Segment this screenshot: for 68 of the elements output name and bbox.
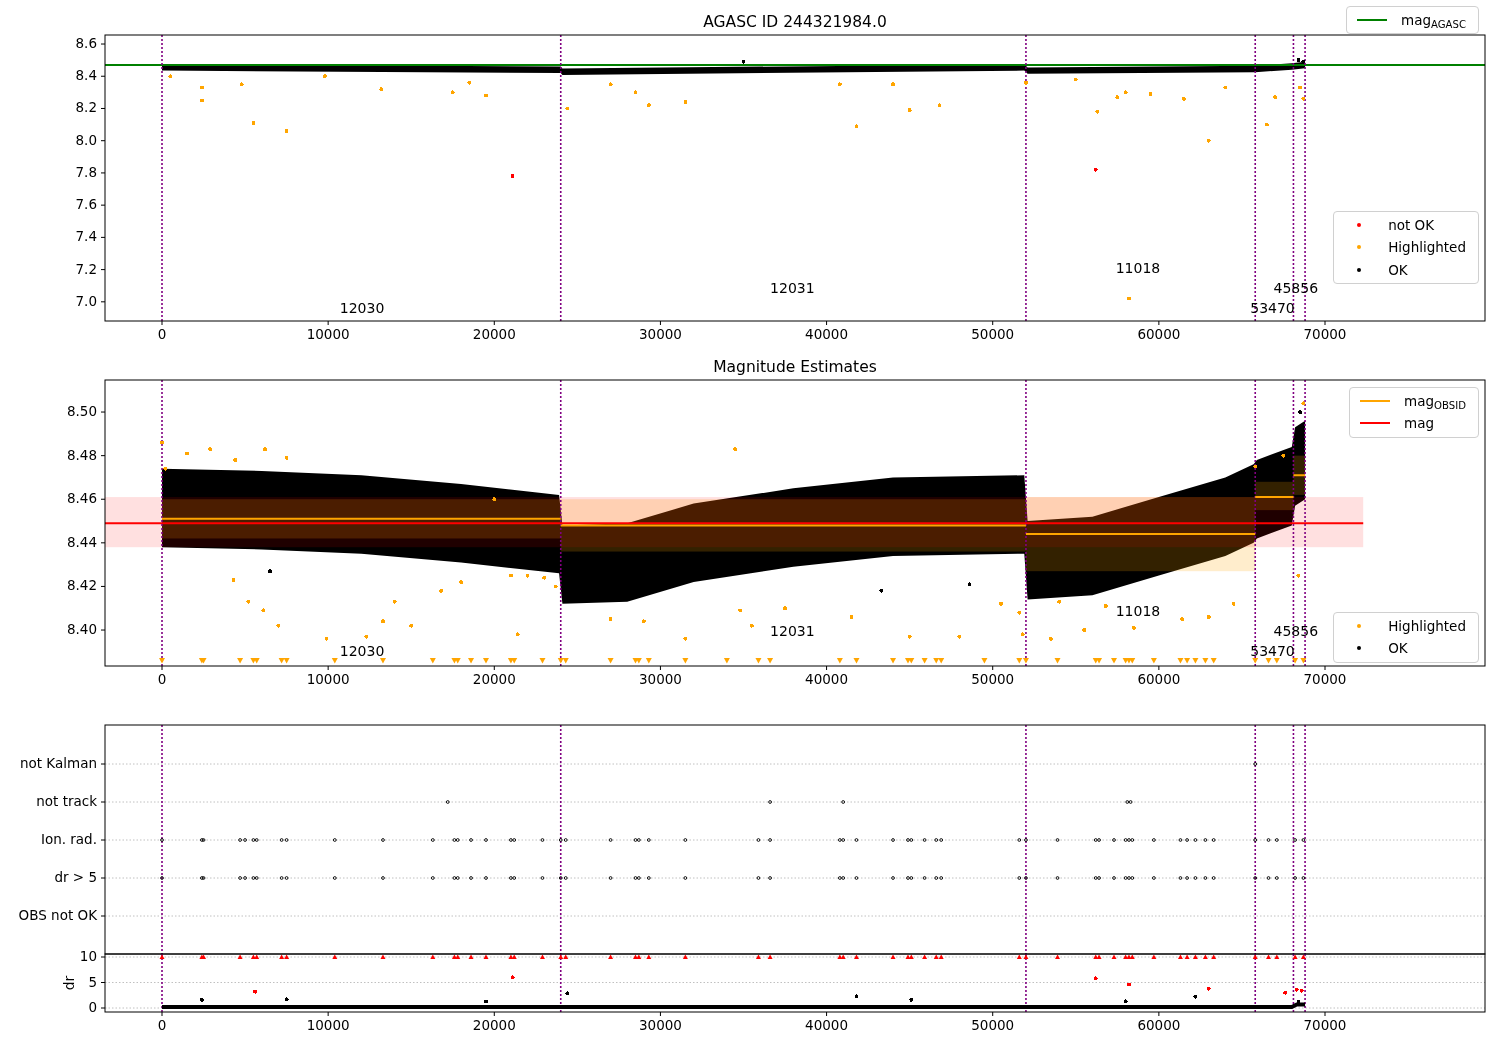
tick-label: 8.48 bbox=[66, 446, 97, 463]
obsid-label: 12030 bbox=[339, 642, 385, 659]
legend-label: OK bbox=[1388, 260, 1409, 280]
obsid-label: 53470 bbox=[1250, 642, 1295, 659]
tick-label: 7.2 bbox=[75, 260, 97, 277]
tick-label: 0 bbox=[157, 326, 167, 342]
tick-label: 8.4 bbox=[75, 67, 97, 84]
tick-label: 40000 bbox=[805, 1017, 849, 1033]
tick-label: 7.4 bbox=[75, 228, 97, 245]
row-label: not track bbox=[36, 793, 97, 809]
tick-label: 30000 bbox=[638, 326, 682, 342]
obsid-label: 11018 bbox=[1115, 259, 1161, 276]
legend-label: mag$_{AGASC}$ bbox=[1401, 11, 1467, 31]
chart-title: AGASC ID 244321984.0 bbox=[703, 12, 887, 33]
chart-title: Magnitude Estimates bbox=[713, 357, 877, 378]
row-label: OBS not OK bbox=[18, 907, 97, 923]
tick-label: 10000 bbox=[306, 1017, 350, 1033]
tick-label: 8.42 bbox=[66, 577, 97, 594]
tick-label: 50000 bbox=[971, 326, 1015, 342]
tick-label: 7.6 bbox=[75, 196, 97, 213]
tick-label: 0 bbox=[157, 1017, 167, 1033]
tick-label: 8.44 bbox=[66, 533, 97, 550]
tick-label: 10000 bbox=[306, 671, 350, 687]
tick-label: 8.6 bbox=[75, 35, 97, 51]
tick-label: 8.0 bbox=[75, 131, 97, 148]
tick-label: 5 bbox=[88, 973, 97, 990]
row-label: not Kalman bbox=[19, 755, 97, 771]
tick-label: 30000 bbox=[638, 1017, 682, 1033]
obsid-label: 12031 bbox=[770, 279, 815, 296]
tick-label: 20000 bbox=[472, 671, 516, 687]
tick-label: 10 bbox=[79, 948, 97, 964]
tick-label: 30000 bbox=[638, 671, 682, 687]
tick-label: 8.50 bbox=[66, 403, 97, 420]
legend-label: not OK bbox=[1388, 216, 1436, 235]
legend-label: Highlighted bbox=[1388, 238, 1467, 258]
tick-label: 70000 bbox=[1303, 326, 1347, 342]
tick-label: 8.40 bbox=[66, 621, 97, 638]
row-label: Ion. rad. bbox=[40, 831, 97, 847]
tick-label: 0 bbox=[88, 999, 97, 1015]
obsid-label: 45856 bbox=[1273, 279, 1319, 296]
tick-label: 20000 bbox=[472, 1017, 516, 1033]
tick-label: 70000 bbox=[1303, 1017, 1347, 1033]
tick-label: 40000 bbox=[805, 671, 849, 687]
obsid-label: 11018 bbox=[1115, 602, 1161, 619]
obsid-label: 12030 bbox=[339, 299, 385, 316]
tick-label: 60000 bbox=[1137, 326, 1181, 342]
legend-label: OK bbox=[1388, 639, 1409, 659]
axis-label: dr bbox=[61, 975, 77, 991]
tick-label: 60000 bbox=[1137, 671, 1181, 687]
tick-label: 0 bbox=[157, 671, 167, 687]
legend-label: mag$_{OBSID}$ bbox=[1404, 392, 1467, 412]
tick-label: 7.0 bbox=[75, 292, 97, 309]
tick-label: 7.8 bbox=[75, 163, 97, 180]
tick-label: 10000 bbox=[306, 326, 350, 342]
row-label: dr > 5 bbox=[54, 869, 97, 885]
tick-label: 50000 bbox=[971, 1017, 1015, 1033]
legend-label: Highlighted bbox=[1388, 617, 1467, 636]
legend-label: mag bbox=[1404, 414, 1436, 434]
tick-label: 60000 bbox=[1137, 1017, 1181, 1033]
tick-label: 8.46 bbox=[66, 490, 97, 507]
tick-label: 20000 bbox=[472, 326, 516, 342]
obsid-label: 12031 bbox=[770, 623, 815, 640]
tick-label: 50000 bbox=[971, 671, 1015, 687]
tick-label: 70000 bbox=[1303, 671, 1347, 687]
obsid-label: 53470 bbox=[1250, 299, 1295, 316]
tick-label: 40000 bbox=[805, 326, 849, 342]
tick-label: 8.2 bbox=[75, 99, 97, 116]
obsid-label: 45856 bbox=[1273, 623, 1319, 640]
